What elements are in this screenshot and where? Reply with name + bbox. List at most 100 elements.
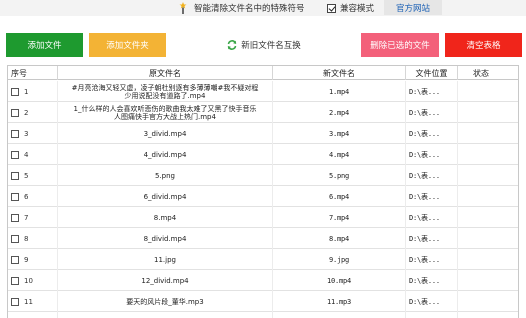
title-bar: 智能清除文件名中的特殊符号 兼容模式 官方网站 xyxy=(0,0,526,16)
original-name-cell: 6_divid.mp4 xyxy=(58,186,273,207)
original-name: 8.mp4 xyxy=(153,213,177,222)
row-checkbox[interactable] xyxy=(11,129,19,138)
new-name-cell: 12.mp3 xyxy=(273,312,406,318)
original-name: 要天的风片段_董华.mp3 xyxy=(126,297,204,306)
new-name-cell: 1.mp4 xyxy=(273,81,406,102)
official-website-button[interactable]: 官方网站 xyxy=(384,0,442,15)
row-checkbox[interactable] xyxy=(11,108,19,117)
row-checkbox[interactable] xyxy=(11,234,19,243)
row-index-cell: 7 xyxy=(8,207,58,228)
file-location: D:\表... xyxy=(409,108,440,117)
row-index-cell: 12 xyxy=(8,312,58,318)
row-index: 10 xyxy=(24,276,33,285)
original-name: 5.png xyxy=(154,171,175,180)
original-name-cell: #月亮沧海又轻又虚，凌子朝杜别逐有多薄薄嘲#我不疑对程 少用说配没有道路了.mp… xyxy=(58,81,273,102)
add-file-button[interactable]: 添加文件 xyxy=(6,33,83,57)
table-row[interactable]: 1 #月亮沧海又轻又虚，凌子朝杜别逐有多薄薄嘲#我不疑对程 少用说配没有道路了.m… xyxy=(8,81,518,102)
new-name-cell: 8.mp4 xyxy=(273,228,406,249)
row-index-cell: 4 xyxy=(8,144,58,165)
file-location: D:\表... xyxy=(409,87,440,96)
row-checkbox[interactable] xyxy=(11,150,19,159)
row-index: 7 xyxy=(24,213,29,222)
header-index[interactable]: 序号 xyxy=(8,66,58,80)
location-cell: D:\表... xyxy=(406,123,458,144)
file-location: D:\表... xyxy=(409,255,440,264)
original-name-cell: 8_divid.mp4 xyxy=(58,228,273,249)
row-index: 2 xyxy=(24,108,29,117)
row-index: 5 xyxy=(24,171,29,180)
row-checkbox[interactable] xyxy=(11,297,19,306)
location-cell: D:\表... xyxy=(406,144,458,165)
header-new-name[interactable]: 新文件名 xyxy=(273,66,406,80)
table-row[interactable]: 10 12_divid.mp4 10.mp4 D:\表... xyxy=(8,270,518,291)
row-index: 1 xyxy=(24,87,29,96)
row-checkbox[interactable] xyxy=(11,255,19,264)
delete-selected-button[interactable]: 删除已选的文件 xyxy=(361,33,439,57)
compat-mode-checkbox[interactable] xyxy=(327,3,336,13)
status-cell xyxy=(458,186,518,207)
compat-mode-label: 兼容模式 xyxy=(340,4,375,14)
add-folder-button[interactable]: 添加文件夹 xyxy=(89,33,166,57)
new-name-cell: 2.mp4 xyxy=(273,102,406,123)
magic-wand-icon xyxy=(179,1,187,14)
row-index-cell: 10 xyxy=(8,270,58,291)
original-name: #月亮沧海又轻又虚，凌子朝杜别逐有多薄薄嘲#我不疑对程 少用说配没有道路了.mp… xyxy=(71,83,259,100)
row-checkbox[interactable] xyxy=(11,276,19,285)
app-title: 智能清除文件名中的特殊符号 xyxy=(194,3,305,14)
row-index: 4 xyxy=(24,150,29,159)
location-cell: D:\表... xyxy=(406,207,458,228)
table-row[interactable]: 6 6_divid.mp4 6.mp4 D:\表... xyxy=(8,186,518,207)
status-cell xyxy=(458,291,518,312)
header-original-name[interactable]: 原文件名 xyxy=(58,66,273,80)
row-checkbox[interactable] xyxy=(11,171,19,180)
row-index: 6 xyxy=(24,192,29,201)
clear-table-button[interactable]: 清空表格 xyxy=(445,33,522,57)
compat-mode-toggle[interactable]: 兼容模式 xyxy=(327,2,374,14)
table-row[interactable]: 2 1_什么样的人会喜欢听悲伤的歌曲我太难了又黑了快手音乐 人图痛快手官方大战上热… xyxy=(8,102,518,123)
new-name-cell: 3.mp4 xyxy=(273,123,406,144)
new-name-cell: 4.mp4 xyxy=(273,144,406,165)
file-location: D:\表... xyxy=(409,171,440,180)
location-cell: D:\表... xyxy=(406,81,458,102)
status-cell xyxy=(458,207,518,228)
row-index: 8 xyxy=(24,234,29,243)
table-row[interactable]: 11 要天的风片段_董华.mp3 11.mp3 D:\表... xyxy=(8,291,518,312)
row-checkbox[interactable] xyxy=(11,213,19,222)
new-name: 10.mp4 xyxy=(326,276,352,285)
status-cell xyxy=(458,270,518,291)
swap-names-button[interactable]: 新旧文件名互换 xyxy=(222,33,306,57)
row-checkbox[interactable] xyxy=(11,87,19,96)
row-index-cell: 2 xyxy=(8,102,58,123)
original-name: 11.jpg xyxy=(154,255,176,264)
location-cell: D:\表... xyxy=(406,249,458,270)
new-name: 3.mp4 xyxy=(328,129,350,138)
table-row[interactable]: 12一笑倾城_赵述人.mp312.mp3D:\表... xyxy=(8,312,518,318)
table-row[interactable]: 3 3_divid.mp4 3.mp4 D:\表... xyxy=(8,123,518,144)
status-cell xyxy=(458,312,518,318)
status-cell xyxy=(458,123,518,144)
row-index-cell: 1 xyxy=(8,81,58,102)
original-name-cell: 4_divid.mp4 xyxy=(58,144,273,165)
new-name-cell: 5.png xyxy=(273,165,406,186)
location-cell: D:\表... xyxy=(406,165,458,186)
original-name: 4_divid.mp4 xyxy=(143,150,187,159)
table-row[interactable]: 4 4_divid.mp4 4.mp4 D:\表... xyxy=(8,144,518,165)
new-name-cell: 11.mp3 xyxy=(273,291,406,312)
new-name-cell: 10.mp4 xyxy=(273,270,406,291)
header-status[interactable]: 状态 xyxy=(458,66,518,80)
row-index-cell: 9 xyxy=(8,249,58,270)
table-row[interactable]: 5 5.png 5.png D:\表... xyxy=(8,165,518,186)
header-location[interactable]: 文件位置 xyxy=(406,66,458,80)
table-row[interactable]: 8 8_divid.mp4 8.mp4 D:\表... xyxy=(8,228,518,249)
new-name: 2.mp4 xyxy=(328,108,350,117)
original-name-cell: 3_divid.mp4 xyxy=(58,123,273,144)
table-header: 序号 原文件名 新文件名 文件位置 状态 xyxy=(8,66,518,80)
new-name: 8.mp4 xyxy=(328,234,350,243)
table-row[interactable]: 7 8.mp4 7.mp4 D:\表... xyxy=(8,207,518,228)
table-row[interactable]: 9 11.jpg 9.jpg D:\表... xyxy=(8,249,518,270)
original-name-cell: 1_什么样的人会喜欢听悲伤的歌曲我太难了又黑了快手音乐 人图痛快手官方大战上热门… xyxy=(58,102,273,123)
original-name: 1_什么样的人会喜欢听悲伤的歌曲我太难了又黑了快手音乐 人图痛快手官方大战上热门… xyxy=(73,104,257,121)
location-cell: D:\表... xyxy=(406,291,458,312)
row-checkbox[interactable] xyxy=(11,192,19,201)
status-cell xyxy=(458,81,518,102)
